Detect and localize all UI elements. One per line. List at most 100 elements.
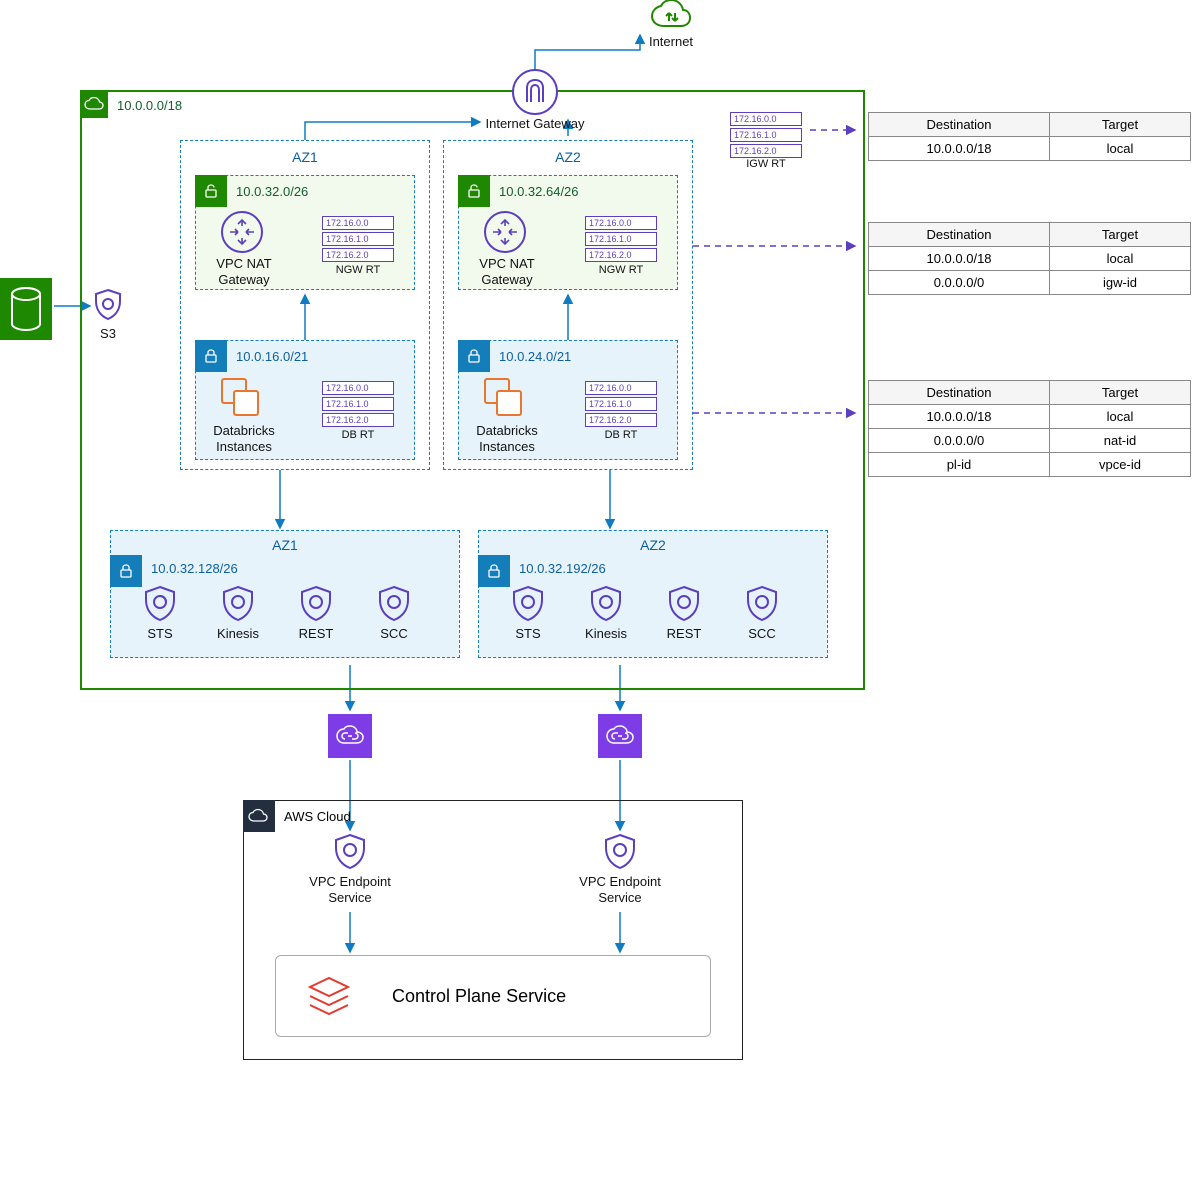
- az2-ngw-rt-label: NGW RT: [585, 264, 657, 276]
- az1-ep-header: AZ1: [111, 537, 459, 553]
- az2-db-subnet: 10.0.24.0/21 Databricks Instances 172.16…: [458, 340, 678, 460]
- vpc-cidr: 10.0.0.0/18: [117, 98, 182, 113]
- aws-cloud-icon: [243, 800, 275, 832]
- endpoint-icon-kinesis: [586, 584, 626, 624]
- igw-label: Internet Gateway: [480, 116, 590, 132]
- rt-entry: 172.16.1.0: [730, 128, 802, 142]
- ngw-route-table: DestinationTarget 10.0.0.0/18local 0.0.0…: [868, 222, 1191, 295]
- cell: local: [1050, 405, 1191, 429]
- ep-scc-label: SCC: [364, 626, 424, 642]
- cell: local: [1050, 137, 1191, 161]
- az1-ngw-rt: 172.16.0.0 172.16.1.0 172.16.2.0: [322, 216, 394, 264]
- az2-db-rt-label: DB RT: [585, 429, 657, 441]
- ep-kinesis-label: Kinesis: [576, 626, 636, 642]
- vpce-service-icon: [600, 832, 640, 872]
- az1-header: AZ1: [181, 149, 429, 165]
- databricks-instances-icon: [218, 375, 266, 423]
- az1-db-rt: 172.16.0.0 172.16.1.0 172.16.2.0: [322, 381, 394, 429]
- rt-entry: 172.16.2.0: [730, 144, 802, 158]
- az2-ngw-rt: 172.16.0.0 172.16.1.0 172.16.2.0: [585, 216, 657, 264]
- endpoint-icon-sts: [508, 584, 548, 624]
- az2-db-cidr: 10.0.24.0/21: [499, 349, 571, 364]
- db-route-table: DestinationTarget 10.0.0.0/18local 0.0.0…: [868, 380, 1191, 477]
- rt-entry: 172.16.2.0: [585, 248, 657, 262]
- endpoint-icon-kinesis: [218, 584, 258, 624]
- az1-nat-label: VPC NAT Gateway: [208, 256, 280, 289]
- endpoint-icon-rest: [296, 584, 336, 624]
- cell: vpce-id: [1050, 453, 1191, 477]
- az1-ep-cidr: 10.0.32.128/26: [151, 561, 238, 576]
- cell: 10.0.0.0/18: [869, 247, 1050, 271]
- private-subnet-icon: [478, 555, 510, 587]
- rt-entry: 172.16.2.0: [585, 413, 657, 427]
- vpce-label-1: VPC Endpoint Service: [300, 874, 400, 907]
- rt-entry: 172.16.2.0: [322, 413, 394, 427]
- privatelink-icon: [328, 714, 372, 758]
- th-dest: Destination: [869, 113, 1050, 137]
- cell: 0.0.0.0/0: [869, 429, 1050, 453]
- s3-icon: [0, 278, 52, 340]
- az1-db-label: Databricks Instances: [206, 423, 282, 456]
- th-tgt: Target: [1050, 223, 1191, 247]
- th-dest: Destination: [869, 381, 1050, 405]
- az1-db-rt-label: DB RT: [322, 429, 394, 441]
- igw-route-table: DestinationTarget 10.0.0.0/18local: [868, 112, 1191, 161]
- internet-label: Internet: [648, 34, 694, 50]
- vpce-label-2: VPC Endpoint Service: [570, 874, 670, 907]
- az2-db-label: Databricks Instances: [469, 423, 545, 456]
- rt-entry: 172.16.1.0: [585, 232, 657, 246]
- az2-header: AZ2: [444, 149, 692, 165]
- nat-gw-icon: [220, 210, 264, 254]
- igw-rt-label: IGW RT: [730, 158, 802, 170]
- databricks-logo-icon: [306, 973, 352, 1019]
- igw-rt-stack: 172.16.0.0 172.16.1.0 172.16.2.0: [730, 112, 802, 160]
- cell: local: [1050, 247, 1191, 271]
- vpc-cloud-icon: [80, 90, 108, 118]
- cell: pl-id: [869, 453, 1050, 477]
- th-tgt: Target: [1050, 381, 1191, 405]
- cell: nat-id: [1050, 429, 1191, 453]
- rt-entry: 172.16.1.0: [322, 232, 394, 246]
- rt-entry: 172.16.0.0: [322, 216, 394, 230]
- ep-scc-label: SCC: [732, 626, 792, 642]
- az1-nat-cidr: 10.0.32.0/26: [236, 184, 308, 199]
- ep-sts-label: STS: [130, 626, 190, 642]
- az1-ngw-rt-label: NGW RT: [322, 264, 394, 276]
- private-subnet-icon: [458, 340, 490, 372]
- az2-db-rt: 172.16.0.0 172.16.1.0 172.16.2.0: [585, 381, 657, 429]
- s3-endpoint-icon: [90, 288, 126, 324]
- databricks-instances-icon: [481, 375, 529, 423]
- endpoint-icon-scc: [374, 584, 414, 624]
- nat-gw-icon: [483, 210, 527, 254]
- cell: 10.0.0.0/18: [869, 405, 1050, 429]
- rt-entry: 172.16.0.0: [730, 112, 802, 126]
- rt-entry: 172.16.0.0: [322, 381, 394, 395]
- public-subnet-icon: [195, 175, 227, 207]
- aws-cloud-label: AWS Cloud: [284, 809, 351, 824]
- az1-nat-subnet: 10.0.32.0/26 VPC NAT Gateway 172.16.0.0 …: [195, 175, 415, 290]
- rt-entry: 172.16.2.0: [322, 248, 394, 262]
- az2-ep-cidr: 10.0.32.192/26: [519, 561, 606, 576]
- cps-label: Control Plane Service: [392, 986, 566, 1007]
- rt-entry: 172.16.0.0: [585, 216, 657, 230]
- vpce-service-icon: [330, 832, 370, 872]
- rt-entry: 172.16.1.0: [322, 397, 394, 411]
- s3-label: S3: [93, 326, 123, 342]
- az1-db-cidr: 10.0.16.0/21: [236, 349, 308, 364]
- rt-entry: 172.16.1.0: [585, 397, 657, 411]
- ep-kinesis-label: Kinesis: [208, 626, 268, 642]
- th-tgt: Target: [1050, 113, 1191, 137]
- igw-icon: [511, 68, 559, 116]
- cell: 0.0.0.0/0: [869, 271, 1050, 295]
- endpoint-icon-sts: [140, 584, 180, 624]
- private-subnet-icon: [195, 340, 227, 372]
- public-subnet-icon: [458, 175, 490, 207]
- private-subnet-icon: [110, 555, 142, 587]
- ep-rest-label: REST: [654, 626, 714, 642]
- endpoint-icon-rest: [664, 584, 704, 624]
- az2-nat-cidr: 10.0.32.64/26: [499, 184, 579, 199]
- endpoint-icon-scc: [742, 584, 782, 624]
- internet-icon: [647, 0, 695, 34]
- th-dest: Destination: [869, 223, 1050, 247]
- privatelink-icon: [598, 714, 642, 758]
